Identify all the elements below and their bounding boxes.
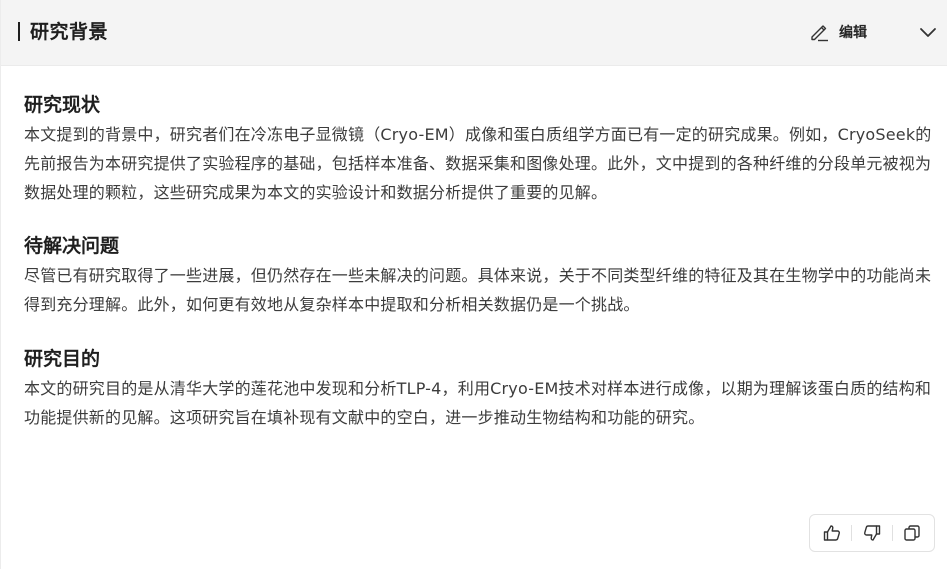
feedback-toolbar bbox=[809, 514, 935, 552]
divider bbox=[851, 525, 853, 541]
section-title: 待解决问题 bbox=[24, 235, 120, 257]
section-title: 研究目的 bbox=[24, 348, 101, 370]
thumbs-up-icon[interactable] bbox=[820, 521, 844, 545]
section-body: 尽管已有研究取得了一些进展，但仍然存在一些未解决的问题。具体来说，关于不同类型纤… bbox=[24, 266, 932, 314]
edit-button[interactable]: 编辑 bbox=[809, 18, 867, 46]
thumbs-down-icon[interactable] bbox=[860, 521, 884, 545]
section-current-status: 研究现状 本文提到的背景中，研究者们在冷冻电子显微镜（Cryo-EM）成像和蛋白… bbox=[24, 92, 934, 207]
card-title: 研究背景 bbox=[30, 21, 109, 43]
research-background-card: 研究背景 编辑 研究现状 本文提到的背景中，研究者们在冷冻电子显微镜（Cryo- bbox=[0, 0, 947, 569]
pencil-icon bbox=[809, 22, 829, 42]
section-research-goal: 研究目的 本文的研究目的是从清华大学的莲花池中发现和分析TLP-4，利用Cryo… bbox=[24, 346, 934, 432]
title-accent-bar bbox=[18, 22, 20, 41]
section-body: 本文的研究目的是从清华大学的莲花池中发现和分析TLP-4，利用Cryo-EM技术… bbox=[24, 379, 932, 427]
card-content: 研究现状 本文提到的背景中，研究者们在冷冻电子显微镜（Cryo-EM）成像和蛋白… bbox=[24, 92, 934, 458]
section-title: 研究现状 bbox=[24, 94, 101, 116]
edit-label: 编辑 bbox=[839, 25, 867, 41]
section-open-problems: 待解决问题 尽管已有研究取得了一些进展，但仍然存在一些未解决的问题。具体来说，关… bbox=[24, 233, 934, 319]
divider bbox=[891, 525, 893, 541]
card-header: 研究背景 编辑 bbox=[1, 0, 947, 66]
section-body: 本文提到的背景中，研究者们在冷冻电子显微镜（Cryo-EM）成像和蛋白质组学方面… bbox=[24, 125, 932, 202]
chevron-down-icon bbox=[919, 23, 937, 42]
collapse-button[interactable] bbox=[915, 20, 941, 44]
copy-icon[interactable] bbox=[900, 521, 924, 545]
